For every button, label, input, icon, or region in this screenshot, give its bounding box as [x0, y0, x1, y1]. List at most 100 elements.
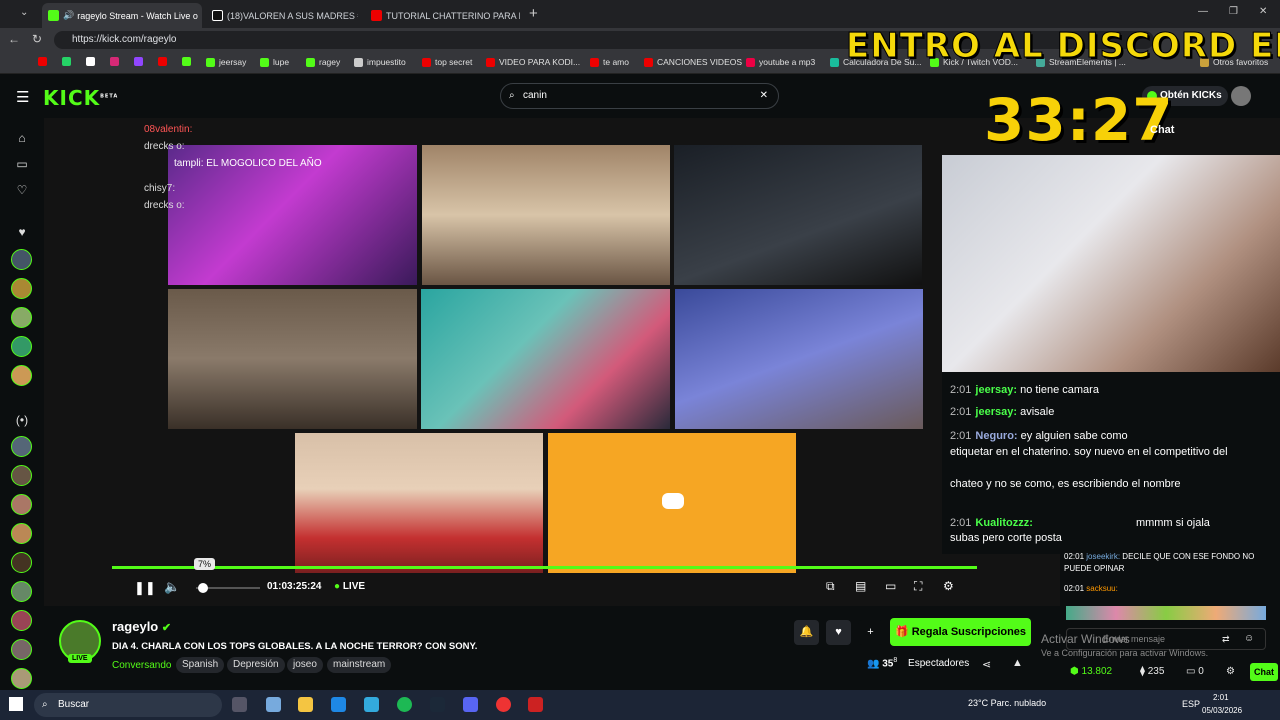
- recommended-channel-avatar[interactable]: [11, 465, 32, 486]
- recommended-channel-avatar[interactable]: [11, 668, 32, 689]
- minimize-button[interactable]: —: [1198, 6, 1208, 17]
- recommended-channel-avatar[interactable]: [11, 581, 32, 602]
- back-icon[interactable]: ←: [8, 32, 20, 46]
- recommended-channel-avatar[interactable]: [11, 639, 32, 660]
- followed-channel-avatar[interactable]: [11, 365, 32, 386]
- close-tab-icon[interactable]: ✕: [198, 10, 202, 21]
- points-count[interactable]: ⧫ 235: [1140, 666, 1164, 677]
- taskbar-search[interactable]: ⌕ Buscar: [34, 693, 222, 717]
- discord-app-icon[interactable]: [463, 697, 478, 712]
- report-icon[interactable]: ▲: [1012, 657, 1023, 669]
- tab-rageylo[interactable]: 🔊 rageylo Stream - Watch Live o ✕: [42, 3, 202, 28]
- bookmark-item[interactable]: VIDEO PARA KODI...: [486, 57, 580, 67]
- followed-channel-avatar[interactable]: [11, 278, 32, 299]
- app-icon[interactable]: [528, 697, 543, 712]
- bookmark-item[interactable]: te amo: [590, 57, 629, 67]
- notification-bell-button[interactable]: 🔔: [794, 620, 819, 645]
- tag[interactable]: Depresión: [227, 657, 285, 673]
- ticket-count[interactable]: ▭ 0: [1186, 666, 1204, 677]
- clip-icon[interactable]: ▤: [855, 579, 866, 593]
- tab-search-icon[interactable]: ⌄: [20, 7, 28, 18]
- steam-icon[interactable]: [430, 697, 445, 712]
- search-input[interactable]: ⌕ canin ✕: [500, 83, 779, 109]
- windows-start-icon[interactable]: [9, 697, 23, 711]
- theater-icon[interactable]: ▭: [885, 579, 896, 593]
- live-indicator[interactable]: ● LIVE: [334, 581, 365, 592]
- stream-chat-mini: 08valentin: drecks o: tampli: EL MOGOLIC…: [144, 124, 322, 211]
- follow-heart-button[interactable]: ♥: [826, 620, 851, 645]
- gift-subs-button[interactable]: 🎁 Regala Suscripciones: [890, 618, 1031, 646]
- pause-button[interactable]: ❚❚: [134, 580, 156, 596]
- kick-logo[interactable]: KICKBETA: [43, 86, 118, 110]
- home-icon[interactable]: ⌂: [14, 130, 30, 146]
- clock-time[interactable]: 2:01: [1213, 693, 1229, 702]
- recommended-channel-avatar[interactable]: [11, 494, 32, 515]
- volume-handle[interactable]: [198, 583, 208, 593]
- send-chat-button[interactable]: Chat: [1250, 663, 1278, 681]
- clear-search-icon[interactable]: ✕: [760, 84, 768, 108]
- clock-date[interactable]: 05/03/2026: [1202, 706, 1242, 715]
- fullscreen-icon[interactable]: ⛶: [914, 579, 922, 594]
- chrome-icon[interactable]: [496, 697, 511, 712]
- tab-youtube[interactable]: TUTORIAL CHATTERINO PARA KIC ✕: [365, 3, 520, 28]
- browse-icon[interactable]: ▭: [14, 156, 30, 172]
- bookmark-item[interactable]: impuestito: [354, 57, 406, 67]
- file-explorer-icon[interactable]: [298, 697, 313, 712]
- x-icon[interactable]: [86, 57, 95, 66]
- discord-tile: [548, 433, 796, 573]
- chat-settings-icon[interactable]: ⚙: [1226, 666, 1235, 677]
- task-view-icon[interactable]: [232, 697, 247, 712]
- translate-icon[interactable]: ⇄: [1222, 634, 1230, 645]
- youtube-icon[interactable]: [158, 57, 167, 66]
- reload-icon[interactable]: ↻: [32, 32, 42, 46]
- instagram-icon[interactable]: [110, 57, 119, 66]
- settings-icon[interactable]: ⚙: [943, 579, 954, 593]
- followed-channel-avatar[interactable]: [11, 249, 32, 270]
- volume-icon[interactable]: 🔈: [164, 579, 180, 595]
- close-window-button[interactable]: ✕: [1259, 6, 1267, 17]
- recommended-channel-avatar[interactable]: [11, 436, 32, 457]
- tab-tiktok[interactable]: (18)VALOREN A SUS MADRES #he ✕: [206, 3, 358, 28]
- app-icon[interactable]: [364, 697, 379, 712]
- sparkle-button[interactable]: +: [858, 620, 883, 645]
- edge-icon[interactable]: [331, 697, 346, 712]
- spotify-icon[interactable]: [397, 697, 412, 712]
- user-avatar[interactable]: [1231, 86, 1251, 106]
- new-tab-button[interactable]: +: [529, 5, 538, 22]
- bookmark-item[interactable]: ragey: [306, 57, 340, 67]
- bookmark-item[interactable]: CANCIONES VIDEOS: [644, 57, 742, 67]
- language-indicator[interactable]: ESP: [1182, 699, 1200, 709]
- whatsapp-icon[interactable]: [62, 57, 71, 66]
- emote-icon[interactable]: ☺: [1244, 633, 1254, 644]
- url-text: https://kick.com/rageylo: [72, 34, 177, 45]
- following-icon[interactable]: ♡: [14, 182, 30, 198]
- stream-title: DIA 4. CHARLA CON LOS TOPS GLOBALES. A L…: [112, 641, 478, 652]
- tag[interactable]: joseo: [287, 657, 323, 673]
- youtube-icon[interactable]: [38, 57, 47, 66]
- copilot-icon[interactable]: [266, 697, 281, 712]
- followed-channel-avatar[interactable]: [11, 307, 32, 328]
- menu-icon[interactable]: ☰: [16, 88, 29, 106]
- tag[interactable]: Spanish: [176, 657, 225, 673]
- recommended-channel-avatar[interactable]: [11, 610, 32, 631]
- category-link[interactable]: Conversando: [112, 660, 171, 671]
- pip-icon[interactable]: ⧉: [826, 579, 835, 594]
- kicks-balance[interactable]: ⬢ 13.802: [1070, 666, 1112, 677]
- bookmark-item[interactable]: youtube a mp3: [746, 57, 815, 67]
- maximize-button[interactable]: ❐: [1229, 6, 1238, 17]
- bookmark-item[interactable]: top secret: [422, 57, 472, 67]
- emote-bar[interactable]: [1066, 606, 1266, 620]
- recommended-channel-avatar[interactable]: [11, 552, 32, 573]
- weather[interactable]: 23°C Parc. nublado: [968, 698, 1046, 708]
- followed-channel-avatar[interactable]: [11, 336, 32, 357]
- progress-bar[interactable]: [112, 566, 977, 569]
- bookmark-item[interactable]: lupe: [260, 57, 289, 67]
- tag[interactable]: mainstream: [327, 657, 392, 673]
- bookmark-item[interactable]: jeersay: [206, 57, 246, 67]
- channel-name[interactable]: rageylo ✔: [112, 619, 171, 634]
- share-icon[interactable]: ⋖: [982, 658, 991, 671]
- twitch-icon[interactable]: [134, 57, 143, 66]
- recommended-channel-avatar[interactable]: [11, 523, 32, 544]
- heart-icon[interactable]: ♥: [14, 224, 30, 240]
- kick-icon[interactable]: [182, 57, 191, 66]
